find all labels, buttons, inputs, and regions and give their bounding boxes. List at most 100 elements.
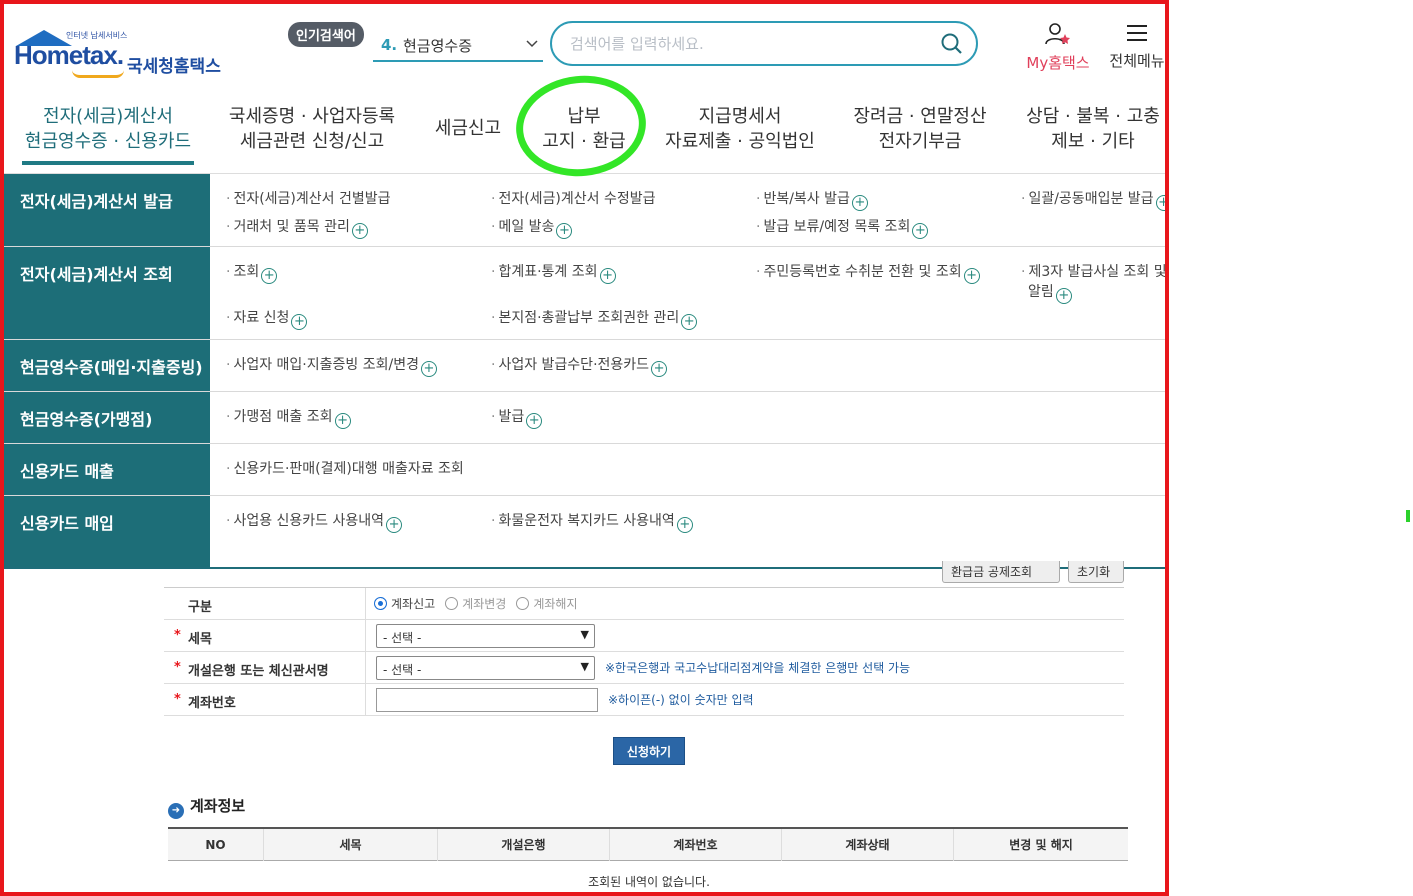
my-hometax-button[interactable]: My홈택스 <box>1022 22 1094 73</box>
nav-tab-line2: 세금관련 신청/신고 <box>239 131 385 152</box>
mega-link[interactable]: · 전자(세금)계산서 수정발급 <box>491 188 656 208</box>
plus-circle-icon[interactable]: + <box>681 314 698 330</box>
mega-link[interactable]: · 거래처 및 품목 관리 + <box>226 216 368 239</box>
plus-circle-icon[interactable]: + <box>1055 288 1072 304</box>
plus-circle-icon[interactable]: + <box>334 413 351 429</box>
search-input[interactable] <box>570 33 920 55</box>
chevron-down-icon[interactable] <box>525 36 539 53</box>
logo-brand: Hometax. <box>14 40 124 70</box>
chevron-down-icon: ▼ <box>580 659 589 673</box>
form-row-account-number: * 계좌번호 ※하이픈(-) 없이 숫자만 입력 <box>164 684 1124 716</box>
radio-account-cancel[interactable]: 계좌해지 <box>516 595 578 612</box>
all-menu-label: 전체메뉴 <box>1109 52 1165 70</box>
mega-link[interactable]: · 사업자 발급수단·전용카드 + <box>491 354 668 377</box>
search-box <box>550 21 978 66</box>
all-menu-button[interactable]: 전체메뉴 <box>1104 22 1165 71</box>
nav-tab-line1: 상담 · 불복 · 고충 <box>1026 106 1160 127</box>
mega-category[interactable]: 현금영수증(가맹점) <box>4 392 210 443</box>
plus-circle-icon[interactable]: + <box>420 361 437 377</box>
plus-circle-icon[interactable]: + <box>651 361 668 377</box>
nav-tab-einvoice[interactable]: 전자(세금)계산서 현금영수증 · 신용카드 <box>22 104 194 165</box>
empty-result-message: 조회된 내역이 없습니다. <box>588 875 710 889</box>
mega-row-einvoice-issue: 전자(세금)계산서 발급 · 전자(세금)계산서 건별발급 · 전자(세금)계산서 … <box>4 174 1165 247</box>
table-header-tax-item: 세목 <box>264 829 438 861</box>
plus-circle-icon[interactable]: + <box>851 195 868 211</box>
plus-circle-icon[interactable]: + <box>599 268 616 284</box>
mega-link[interactable]: · 사업자 매입·지출증빙 조회/변경 + <box>226 354 437 377</box>
search-icon[interactable] <box>940 32 964 56</box>
app-frame: 인터넷 납세서비스 Hometax. 국세청홈택스 인기검색어 4. 현금영수증… <box>0 0 1169 896</box>
nav-tab-certificate[interactable]: 국세증명 · 사업자등록 세금관련 신청/신고 <box>226 104 398 154</box>
mega-link[interactable]: · 합계표·통계 조회 + <box>491 261 616 284</box>
account-number-input[interactable] <box>376 687 598 712</box>
form-row-tax-item: * 세목 - 선택 - ▼ <box>164 620 1124 652</box>
plus-circle-icon[interactable]: + <box>556 223 573 239</box>
mega-link[interactable]: · 전자(세금)계산서 건별발급 <box>226 188 391 208</box>
plus-circle-icon[interactable]: + <box>351 223 368 239</box>
mega-row-creditcard-purchase: 신용카드 매입 · 사업용 신용카드 사용내역 + · 화물운전자 복지카드 사용내역… <box>4 496 1165 567</box>
nav-tab-incentive[interactable]: 장려금 · 연말정산 전자기부금 <box>850 104 990 154</box>
mega-link-cont[interactable]: 알림 + <box>1028 281 1072 304</box>
nav-tab-consult[interactable]: 상담 · 불복 · 고충 제보 · 기타 <box>1020 104 1165 154</box>
active-tab-underline <box>22 161 194 165</box>
hometax-logo[interactable]: 인터넷 납세서비스 Hometax. 국세청홈택스 <box>6 16 226 78</box>
mega-link[interactable]: · 반복/복사 발급 + <box>756 188 868 211</box>
tax-item-select[interactable]: - 선택 - ▼ <box>376 623 595 648</box>
nav-tab-tax-report[interactable]: 세금신고 <box>432 116 504 141</box>
table-header-bank: 개설은행 <box>438 829 610 861</box>
mega-link[interactable]: · 주민등록번호 수취분 전환 및 조회 + <box>756 261 980 284</box>
bank-note: ※한국은행과 국고수납대리점계약을 체결한 은행만 선택 가능 <box>605 661 911 675</box>
form-label-account-number: * 계좌번호 <box>164 684 366 715</box>
reset-button[interactable]: 초기화 <box>1068 561 1124 583</box>
highlight-mark <box>1406 510 1410 522</box>
nav-tab-line1: 세금신고 <box>434 118 502 139</box>
popular-rank-number: 4. <box>381 36 398 54</box>
table-header-account-number: 계좌번호 <box>610 829 782 861</box>
mega-link[interactable]: · 사업용 신용카드 사용내역 + <box>226 510 403 533</box>
mega-category[interactable]: 전자(세금)계산서 조회 <box>4 247 210 339</box>
plus-circle-icon[interactable]: + <box>386 517 403 533</box>
mega-link[interactable]: · 신용카드·판매(결제)대행 매출자료 조회 <box>226 458 464 478</box>
mega-link[interactable]: · 본지점·총괄납부 조회권한 관리 + <box>491 307 698 330</box>
form-row-type: 구분 계좌신고 계좌변경 계좌해지 <box>164 588 1124 620</box>
radio-account-register[interactable]: 계좌신고 <box>374 595 435 612</box>
mega-link[interactable]: · 화물운전자 복지카드 사용내역 + <box>491 510 693 533</box>
hamburger-icon <box>1125 25 1149 48</box>
mega-link[interactable]: · 일괄/공동매입분 발급 + <box>1021 188 1165 211</box>
table-header-change: 변경 및 해지 <box>1009 838 1073 852</box>
account-number-note: ※하이픈(-) 없이 숫자만 입력 <box>608 693 754 707</box>
plus-circle-icon[interactable]: + <box>1155 195 1165 211</box>
plus-circle-icon[interactable]: + <box>526 413 543 429</box>
bank-select[interactable]: - 선택 - ▼ <box>376 655 595 680</box>
mega-category[interactable]: 신용카드 매출 <box>4 444 210 495</box>
mega-link[interactable]: · 제3자 발급사실 조회 및 <box>1021 261 1165 281</box>
refund-offset-query-button[interactable]: 환급금 공제조회 <box>942 561 1060 583</box>
my-hometax-label: My홈택스 <box>1026 54 1090 72</box>
plus-circle-icon[interactable]: + <box>912 223 929 239</box>
plus-circle-icon[interactable]: + <box>291 314 308 330</box>
mega-link[interactable]: · 조회 + <box>226 261 278 284</box>
mega-menu: 전자(세금)계산서 발급 · 전자(세금)계산서 건별발급 · 전자(세금)계산서 … <box>4 174 1165 569</box>
account-info-table-header: NO 세목 개설은행 계좌번호 계좌상태 변경 및 해지 <box>168 827 1128 861</box>
mega-link[interactable]: · 자료 신청 + <box>226 307 308 330</box>
plus-circle-icon[interactable]: + <box>261 268 278 284</box>
mega-category[interactable]: 신용카드 매입 <box>4 496 210 567</box>
popular-rank-text: 현금영수증 <box>403 37 473 55</box>
form-label-tax-item: * 세목 <box>164 620 366 651</box>
popular-search-dropdown[interactable]: 4. 현금영수증 <box>373 32 543 62</box>
plus-circle-icon[interactable]: + <box>676 517 693 533</box>
apply-button[interactable]: 신청하기 <box>613 737 685 765</box>
nav-tab-line2: 전자기부금 <box>878 131 962 152</box>
mega-category[interactable]: 전자(세금)계산서 발급 <box>4 174 210 246</box>
table-header-status: 계좌상태 <box>782 829 954 861</box>
mega-row-creditcard-sales: 신용카드 매출 · 신용카드·판매(결제)대행 매출자료 조회 <box>4 444 1165 496</box>
mega-link[interactable]: · 발급 + <box>491 406 543 429</box>
plus-circle-icon[interactable]: + <box>963 268 980 284</box>
nav-tab-statement[interactable]: 지급명세서 자료제출 · 공익법인 <box>664 104 816 154</box>
mega-category[interactable]: 현금영수증(매입·지출증빙) <box>4 340 210 391</box>
mega-link[interactable]: · 가맹점 매출 조회 + <box>226 406 351 429</box>
mega-link[interactable]: · 메일 발송 + <box>491 216 573 239</box>
mega-link[interactable]: · 발급 보류/예정 목록 조회 + <box>756 216 929 239</box>
radio-account-change[interactable]: 계좌변경 <box>445 595 506 612</box>
mega-row-cashreceipt-merchant: 현금영수증(가맹점) · 가맹점 매출 조회 + · 발급 + <box>4 392 1165 444</box>
